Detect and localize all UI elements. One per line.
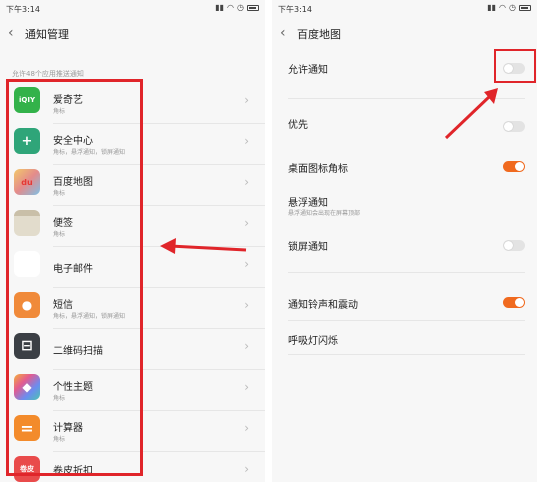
arrow-left — [160, 238, 247, 254]
annotation-arrows — [160, 88, 498, 254]
arrow-right — [444, 88, 498, 140]
